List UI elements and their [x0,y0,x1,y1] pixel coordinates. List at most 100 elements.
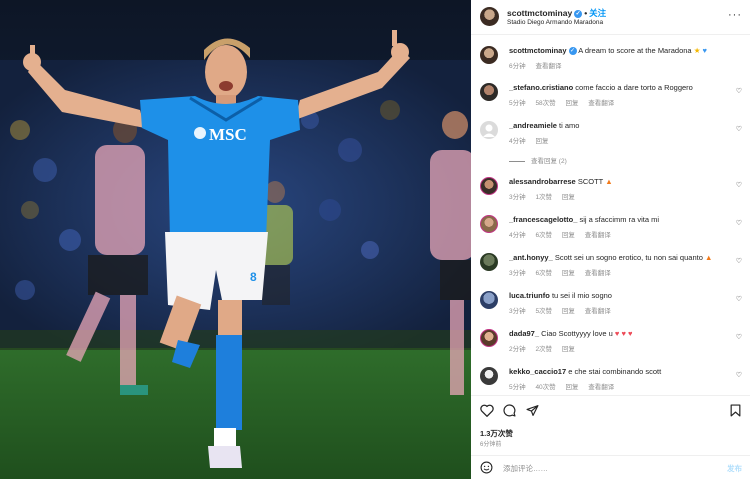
reply-button[interactable]: 回复 [562,194,575,201]
comment-likes[interactable]: 1次赞 [535,194,552,201]
commenter-avatar[interactable] [480,121,498,139]
comment-username[interactable]: luca.triunfo [509,291,550,300]
comment-like-heart-icon[interactable]: ♡ [736,333,742,341]
reply-button[interactable]: 回复 [562,232,575,239]
comment-likes[interactable]: 58次赞 [535,100,555,107]
like-count[interactable]: 1.3万次赞 [480,428,513,439]
caption-text: A dream to score at the Maradona [578,46,692,55]
comment-username[interactable]: _francescagelotto_ [509,215,577,224]
comment-likes[interactable]: 6次赞 [535,232,552,239]
see-translation-link[interactable]: 查看翻译 [585,308,611,315]
comment-username[interactable]: _stefano.cristiano [509,83,573,92]
comment-time: 3分钟 [509,308,526,315]
verified-badge-icon: ✓ [574,9,583,18]
instagram-post-modal: MSC 8 scottmctominay ✓ • 关注 Stadio Diego Ar… [0,0,750,479]
see-translation-link[interactable]: 查看翻译 [535,63,561,70]
comment-like-heart-icon[interactable]: ♡ [736,219,742,227]
add-comment-input[interactable]: 添加评论…… [503,463,548,474]
reply-button[interactable]: 回复 [562,346,575,353]
see-translation-link[interactable]: 查看翻译 [585,270,611,277]
reply-button[interactable]: 回复 [562,270,575,277]
share-icon[interactable] [526,404,539,417]
comment-time: 5分钟 [509,100,526,107]
comment-meta: 5分钟 40次赞 回复 查看翻译 [509,381,622,391]
post-comment-button[interactable]: 发布 [727,463,742,474]
comment-like-heart-icon[interactable]: ♡ [736,87,742,95]
comment-text: tu sei il mio sogno [551,291,612,300]
reply-button[interactable]: 回复 [565,384,578,391]
comment-meta: 4分钟 回复 [509,135,556,145]
comment-like-heart-icon[interactable]: ♡ [736,371,742,379]
comment-text: Ciao Scottyyyy love u [541,329,613,338]
default-avatar-icon [483,124,495,137]
author-line: scottmctominay ✓ • 关注 [507,8,607,18]
author-avatar[interactable] [480,46,498,64]
caption-meta: 6分钟 查看翻译 [509,60,569,70]
comment-like-heart-icon[interactable]: ♡ [736,295,742,303]
see-translation-link[interactable]: 查看翻译 [588,384,614,391]
comment-meta: 4分钟 6次赞 回复 查看翻译 [509,229,619,239]
reply-button[interactable]: 回复 [562,308,575,315]
caption-username[interactable]: scottmctominay [509,46,567,55]
comment-username[interactable]: alessandrobarrese [509,177,576,186]
comments-list[interactable]: scottmctominay ✓ A dream to score at the … [471,34,750,395]
comment-meta: 3分钟 6次赞 回复 查看翻译 [509,267,619,277]
comment-likes[interactable]: 5次赞 [535,308,552,315]
stadium-photo-illustration [0,0,471,479]
post-photo[interactable]: MSC 8 [0,0,471,479]
comment-like-heart-icon[interactable]: ♡ [736,257,742,265]
comment-time: 2分钟 [509,346,526,353]
see-translation-link[interactable]: 查看翻译 [585,232,611,239]
comment-meta: 3分钟 1次赞 回复 [509,191,583,201]
comment-username[interactable]: dada97_ [509,329,539,338]
comment-username[interactable]: kekko_caccio17 [509,367,566,376]
heart-icon[interactable] [480,404,494,417]
red-hearts-emoji-icon: ♥ ♥ ♥ [614,329,633,338]
shorts-number: 8 [250,270,257,284]
post-actions-bar: 1.3万次赞 6分钟前 [471,395,750,450]
commenter-avatar[interactable] [480,83,498,101]
fire-emoji-icon: ▲ [605,177,613,186]
comment-likes[interactable]: 6次赞 [535,270,552,277]
comment-like-heart-icon[interactable]: ♡ [736,181,742,189]
author-avatar[interactable] [480,7,499,26]
author-username[interactable]: scottmctominay [507,8,572,18]
commenter-avatar[interactable] [480,367,498,385]
commenter-avatar-story[interactable] [480,177,498,195]
emoji-icon[interactable] [480,461,493,474]
comment-likes[interactable]: 40次赞 [535,384,555,391]
comment-meta: 5分钟 58次赞 回复 查看翻译 [509,97,622,107]
comment-text: Scott sei un sogno erotico, tu non sai q… [554,253,703,262]
view-replies-label: 查看回复 (2) [531,158,567,165]
comment-text: SCOTT [577,177,604,186]
view-replies-button[interactable]: 查看回复 (2) [509,155,567,165]
comment-time: 4分钟 [509,232,526,239]
commenter-avatar[interactable] [480,291,498,309]
comment-icon[interactable] [503,404,516,417]
comment-text: ti amo [559,121,580,130]
comment-username[interactable]: _andreamiele [509,121,557,130]
reply-button[interactable]: 回复 [535,138,548,145]
caption-time: 6分钟 [509,63,526,70]
comment-text: come faccio a dare torto a Roggero [575,83,693,92]
verified-badge-icon: ✓ [568,47,577,56]
comment-username[interactable]: _ant.honyy_ [509,253,553,262]
commenter-avatar-story[interactable] [480,329,498,347]
add-comment-bar: 添加评论…… 发布 [471,455,750,480]
comment-time: 4分钟 [509,138,526,145]
post-details-panel: scottmctominay ✓ • 关注 Stadio Diego Armando … [471,0,750,479]
bookmark-icon[interactable] [730,404,741,417]
more-options-icon[interactable]: ··· [728,9,742,21]
see-translation-link[interactable]: 查看翻译 [588,100,614,107]
commenter-avatar-story[interactable] [480,215,498,233]
reply-button[interactable]: 回复 [565,100,578,107]
comment-time: 3分钟 [509,194,526,201]
commenter-avatar[interactable] [480,253,498,271]
comment-text: e che stai combinando scott [568,367,662,376]
comment-like-heart-icon[interactable]: ♡ [736,125,742,133]
comment-time: 3分钟 [509,270,526,277]
comment-likes[interactable]: 2次赞 [535,346,552,353]
follow-button[interactable]: 关注 [589,8,606,18]
comment-text: sij a sfaccimm ra vita mi [579,215,660,224]
post-location[interactable]: Stadio Diego Armando Maradona [507,19,603,26]
